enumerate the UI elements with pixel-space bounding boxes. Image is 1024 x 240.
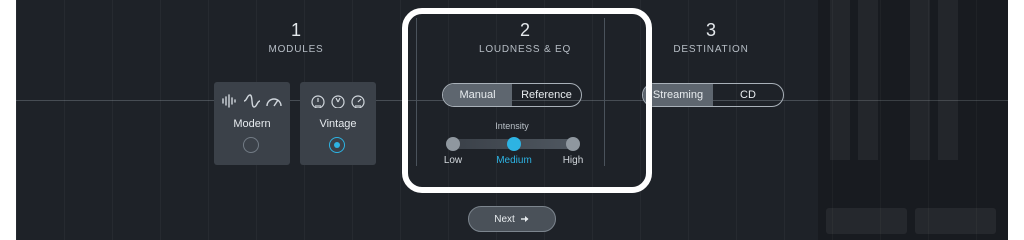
background-meter-panel [818,0,1008,240]
meter-gauge-icon [266,98,282,107]
vintage-knob-icon [351,95,365,108]
module-card-modern[interactable]: Modern [214,82,290,165]
cd-option[interactable]: CD [713,84,783,106]
module-radio-vintage[interactable] [329,137,345,153]
step-modules: 1 MODULES [246,20,346,55]
step-number: 1 [290,20,301,40]
assistant-screen: 1 MODULES 2 LOUDNESS & EQ 3 DESTINATION [16,0,1008,240]
meter-bar [938,0,958,160]
step-number: 3 [705,20,716,40]
step-destination: 3 DESTINATION [656,20,766,55]
module-radio-modern[interactable] [243,137,259,153]
eq-curve-icon [243,94,261,108]
meter-bar [910,0,930,160]
streaming-option[interactable]: Streaming [643,84,713,106]
vintage-knob-icon [331,95,345,108]
next-button[interactable]: Next [468,206,556,232]
highlight-frame [402,8,652,193]
waveform-icon [222,94,236,108]
module-icons [214,94,290,108]
module-label: Modern [233,118,271,130]
destination-toggle: Streaming CD [642,83,784,107]
arrow-right-icon [520,216,529,222]
vintage-knob-icon [311,95,325,108]
module-card-vintage[interactable]: Vintage [300,82,376,165]
meter-buttons [826,208,996,234]
next-label: Next [494,213,515,225]
meter-bar [858,0,878,160]
module-icons [300,94,376,108]
meter-bar [830,0,850,160]
module-label: Vintage [319,118,357,130]
step-title: MODULES [268,44,324,55]
step-title: DESTINATION [673,44,749,55]
